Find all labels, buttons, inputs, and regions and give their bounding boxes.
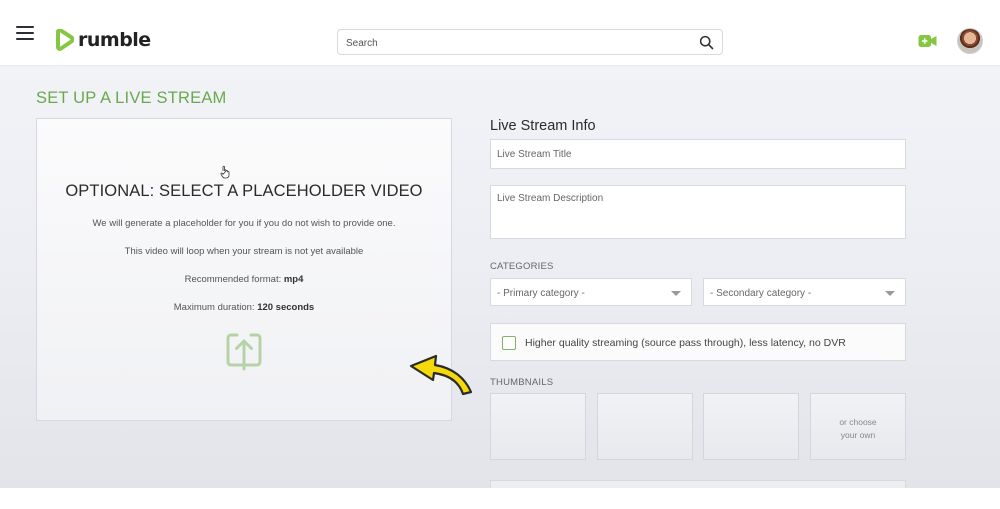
search-icon[interactable] [699, 35, 714, 50]
chevron-down-icon [885, 291, 895, 296]
thumbnail-option-3[interactable] [703, 393, 799, 460]
secondary-category-select[interactable]: - Secondary category - [703, 278, 906, 306]
rumble-logo[interactable]: rumble [54, 29, 151, 51]
duration-label: Maximum duration: [173, 302, 255, 313]
thumbnails-label: THUMBNAILS [490, 377, 554, 388]
chevron-down-icon [671, 291, 681, 296]
thumbnail-option-1[interactable] [490, 393, 586, 460]
secondary-category-value: - Secondary category - [710, 288, 812, 299]
primary-category-value: - Primary category - [497, 288, 585, 299]
page-title: SET UP A LIVE STREAM [36, 89, 227, 107]
primary-category-select[interactable]: - Primary category - [490, 278, 692, 306]
hamburger-menu-icon[interactable] [16, 26, 34, 40]
thumbnail-option-2[interactable] [597, 393, 693, 460]
choose-own-thumbnail[interactable]: or choose your own [810, 393, 906, 460]
user-avatar[interactable] [957, 28, 983, 54]
recommended-format: Recommended format: mp4 [37, 274, 451, 285]
choose-own-line-1: or choose [839, 417, 877, 427]
upload-icon[interactable] [226, 329, 262, 371]
page-content: SET UP A LIVE STREAM OPTIONAL: SELECT A … [0, 66, 1000, 488]
format-value: mp4 [283, 274, 304, 285]
higher-quality-label[interactable]: Higher quality streaming (source pass th… [525, 337, 846, 349]
placeholder-heading: OPTIONAL: SELECT A PLACEHOLDER VIDEO [65, 182, 423, 200]
categories-label: CATEGORIES [490, 261, 554, 272]
format-label: Recommended format: [184, 274, 282, 285]
yellow-curved-arrow-icon [409, 354, 473, 396]
rumble-play-icon [56, 29, 74, 51]
duration-value: 120 seconds [257, 302, 315, 313]
placeholder-video-dropzone[interactable]: OPTIONAL: SELECT A PLACEHOLDER VIDEO We … [36, 118, 452, 421]
higher-quality-checkbox[interactable] [502, 336, 516, 350]
choose-own-line-2: your own [840, 430, 876, 440]
loop-note: This video will loop when your stream is… [124, 246, 364, 257]
higher-quality-option: Higher quality streaming (source pass th… [490, 323, 906, 361]
maximum-duration: Maximum duration: 120 seconds [37, 302, 451, 313]
next-section-box [490, 480, 906, 488]
search-input[interactable] [346, 34, 686, 52]
hand-cursor-icon [220, 165, 230, 179]
live-stream-description-input[interactable] [490, 185, 906, 239]
go-live-camera-icon[interactable] [918, 34, 937, 48]
live-stream-info-title: Live Stream Info [490, 118, 596, 134]
placeholder-description: We will generate a placeholder for you i… [92, 218, 396, 229]
page-bottom-strip [0, 488, 1000, 509]
search-bar [337, 29, 723, 55]
top-bar: rumble [0, 0, 1000, 66]
live-stream-title-input[interactable] [490, 139, 906, 169]
brand-name: rumble [78, 29, 151, 51]
